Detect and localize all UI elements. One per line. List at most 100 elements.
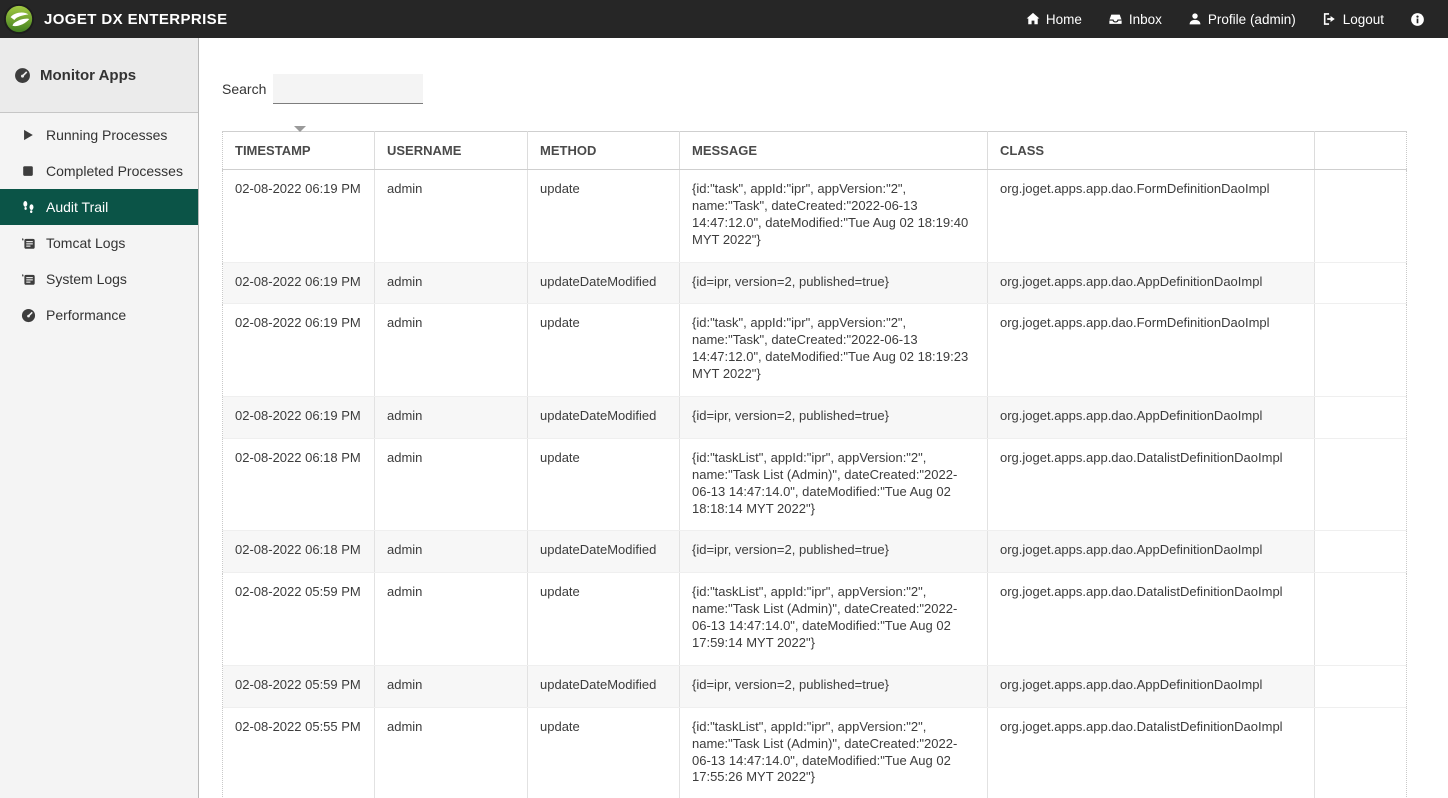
class-cell: org.joget.apps.app.dao.AppDefinitionDaoI… [988, 262, 1315, 304]
search-label: Search [222, 81, 266, 97]
timestamp-cell: 02-08-2022 06:18 PM [223, 438, 375, 531]
timestamp-cell: 02-08-2022 06:19 PM [223, 262, 375, 304]
sidebar-item-label: Performance [46, 307, 126, 323]
sidebar-item-completed-processes[interactable]: Completed Processes [0, 153, 198, 189]
timestamp-cell: 02-08-2022 05:59 PM [223, 665, 375, 707]
class-cell: org.joget.apps.app.dao.FormDefinitionDao… [988, 304, 1315, 397]
method-cell: update [528, 438, 680, 531]
method-cell: update [528, 170, 680, 263]
sidebar-item-running-processes[interactable]: Running Processes [0, 117, 198, 153]
method-cell: update [528, 707, 680, 798]
table-row[interactable]: 02-08-2022 06:19 PM admin updateDateModi… [223, 397, 1407, 439]
stop-icon [20, 163, 36, 179]
message-cell: {id=ipr, version=2, published=true} [680, 665, 988, 707]
filler-cell [1315, 531, 1407, 573]
username-cell: admin [375, 262, 528, 304]
joget-logo-icon [4, 4, 34, 34]
message-cell: {id:"taskList", appId:"ipr", appVersion:… [680, 438, 988, 531]
brand[interactable]: JOGET DX ENTERPRISE [4, 4, 227, 34]
timestamp-cell: 02-08-2022 05:55 PM [223, 707, 375, 798]
class-cell: org.joget.apps.app.dao.DatalistDefinitio… [988, 707, 1315, 798]
method-cell: updateDateModified [528, 665, 680, 707]
home-label: Home [1046, 12, 1082, 27]
table-row[interactable]: 02-08-2022 05:59 PM admin update {id:"ta… [223, 573, 1407, 666]
message-cell: {id=ipr, version=2, published=true} [680, 397, 988, 439]
inbox-icon [1108, 12, 1123, 26]
column-header-method[interactable]: METHOD [528, 132, 680, 170]
table-row[interactable]: 02-08-2022 06:19 PM admin updateDateModi… [223, 262, 1407, 304]
filler-cell [1315, 304, 1407, 397]
search-input[interactable] [273, 74, 423, 104]
message-cell: {id:"task", appId:"ipr", appVersion:"2",… [680, 170, 988, 263]
sidebar-item-label: System Logs [46, 271, 127, 287]
timestamp-cell: 02-08-2022 06:18 PM [223, 531, 375, 573]
table-row[interactable]: 02-08-2022 06:18 PM admin updateDateModi… [223, 531, 1407, 573]
gauge-icon [14, 67, 31, 84]
footprints-icon [20, 199, 36, 215]
sidebar-item-tomcat-logs[interactable]: Tomcat Logs [0, 225, 198, 261]
info-menu-item[interactable] [1397, 0, 1438, 38]
timestamp-cell: 02-08-2022 06:19 PM [223, 397, 375, 439]
table-row[interactable]: 02-08-2022 05:59 PM admin updateDateModi… [223, 665, 1407, 707]
home-icon [1026, 12, 1040, 26]
filler-cell [1315, 262, 1407, 304]
sidebar-item-system-logs[interactable]: System Logs [0, 261, 198, 297]
class-cell: org.joget.apps.app.dao.DatalistDefinitio… [988, 573, 1315, 666]
column-header-filler [1315, 132, 1407, 170]
message-cell: {id=ipr, version=2, published=true} [680, 262, 988, 304]
sidebar: Monitor Apps Running Processes Completed… [0, 38, 199, 798]
sidebar-nav: Running Processes Completed Processes [0, 113, 198, 333]
profile-label: Profile (admin) [1208, 12, 1296, 27]
sidebar-item-performance[interactable]: Performance [0, 297, 198, 333]
play-icon [20, 127, 36, 143]
username-cell: admin [375, 573, 528, 666]
method-cell: updateDateModified [528, 531, 680, 573]
logout-label: Logout [1343, 12, 1384, 27]
table-row[interactable]: 02-08-2022 05:55 PM admin update {id:"ta… [223, 707, 1407, 798]
class-cell: org.joget.apps.app.dao.AppDefinitionDaoI… [988, 531, 1315, 573]
column-header-username[interactable]: USERNAME [375, 132, 528, 170]
filler-cell [1315, 665, 1407, 707]
sidebar-item-label: Running Processes [46, 127, 167, 143]
column-header-message[interactable]: MESSAGE [680, 132, 988, 170]
column-header-timestamp[interactable]: TIMESTAMP [223, 132, 375, 170]
sort-desc-icon [294, 126, 306, 132]
username-cell: admin [375, 397, 528, 439]
method-cell: updateDateModified [528, 397, 680, 439]
navbar-menu: Home Inbox Profile (admin) Logout [1013, 0, 1438, 38]
username-cell: admin [375, 304, 528, 397]
column-header-class[interactable]: CLASS [988, 132, 1315, 170]
method-cell: update [528, 573, 680, 666]
inbox-menu-item[interactable]: Inbox [1095, 0, 1175, 38]
sidebar-item-label: Audit Trail [46, 199, 108, 215]
profile-menu-item[interactable]: Profile (admin) [1175, 0, 1309, 38]
class-cell: org.joget.apps.app.dao.DatalistDefinitio… [988, 438, 1315, 531]
message-cell: {id:"task", appId:"ipr", appVersion:"2",… [680, 304, 988, 397]
log-file-icon [20, 271, 36, 287]
table-row[interactable]: 02-08-2022 06:18 PM admin update {id:"ta… [223, 438, 1407, 531]
method-cell: update [528, 304, 680, 397]
class-cell: org.joget.apps.app.dao.AppDefinitionDaoI… [988, 665, 1315, 707]
logout-menu-item[interactable]: Logout [1309, 0, 1397, 38]
username-cell: admin [375, 531, 528, 573]
table-header-row: TIMESTAMP USERNAME METHOD MESSAGE CLASS [223, 132, 1407, 170]
user-icon [1188, 12, 1202, 26]
info-icon [1410, 12, 1425, 27]
home-menu-item[interactable]: Home [1013, 0, 1095, 38]
audit-trail-table: TIMESTAMP USERNAME METHOD MESSAGE CLASS … [222, 131, 1406, 798]
app-title: JOGET DX ENTERPRISE [44, 11, 227, 28]
table-row[interactable]: 02-08-2022 06:19 PM admin update {id:"ta… [223, 170, 1407, 263]
message-cell: {id=ipr, version=2, published=true} [680, 531, 988, 573]
logout-icon [1322, 12, 1337, 26]
message-cell: {id:"taskList", appId:"ipr", appVersion:… [680, 707, 988, 798]
sidebar-item-audit-trail[interactable]: Audit Trail [0, 189, 198, 225]
username-cell: admin [375, 707, 528, 798]
sidebar-item-label: Tomcat Logs [46, 235, 125, 251]
method-cell: updateDateModified [528, 262, 680, 304]
table-row[interactable]: 02-08-2022 06:19 PM admin update {id:"ta… [223, 304, 1407, 397]
filler-cell [1315, 397, 1407, 439]
top-navbar: JOGET DX ENTERPRISE Home Inbox Profile (… [0, 0, 1448, 38]
username-cell: admin [375, 170, 528, 263]
main-content: Search TIMESTAMP USERNAME METHOD MESSAGE… [199, 38, 1448, 798]
username-cell: admin [375, 438, 528, 531]
